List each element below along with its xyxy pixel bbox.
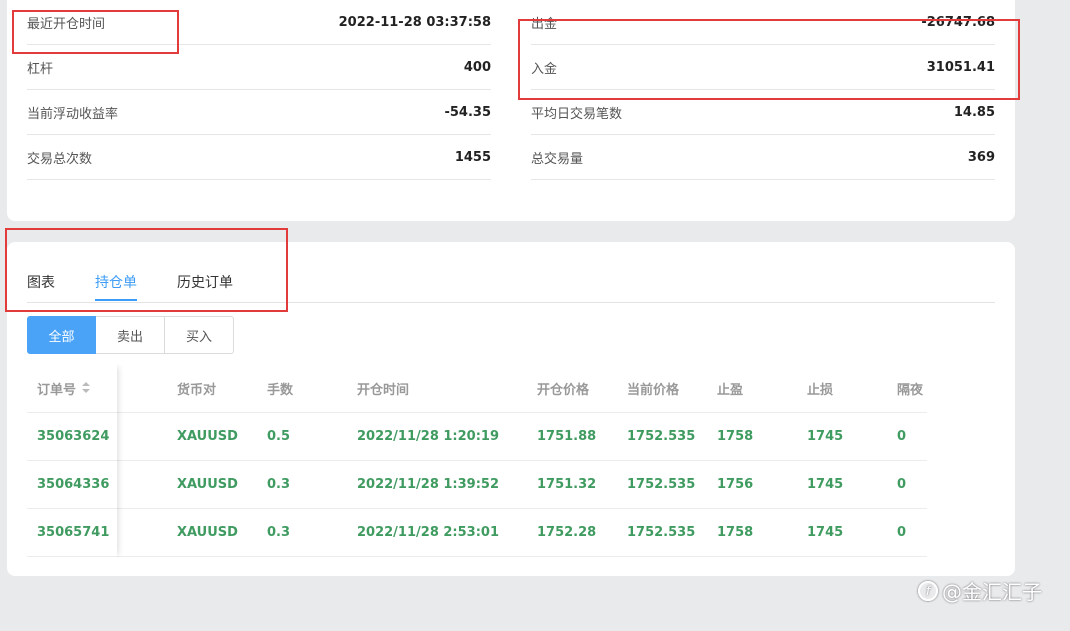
cell-current-price: 1752.535 <box>627 476 696 492</box>
stat-label: 交易总次数 <box>27 151 93 167</box>
cell-open-price: 1752.28 <box>537 524 597 540</box>
filter-sell-button[interactable]: 卖出 <box>96 316 165 354</box>
fixed-header-cell[interactable]: 订单号 <box>27 364 117 413</box>
header-take-profit: 止盈 <box>717 382 744 398</box>
cell-open-time: 2022/11/28 2:53:01 <box>357 524 500 540</box>
header-open-time: 开仓时间 <box>357 382 410 398</box>
cell-lots: 0.3 <box>267 524 291 540</box>
cell-current-price: 1752.535 <box>627 428 696 444</box>
direction-filter: 全部 卖出 买入 <box>27 316 234 354</box>
header-stop-loss: 止损 <box>807 382 834 398</box>
stat-row-total-volume: 总交易量 369 <box>531 135 995 180</box>
cell-stop-loss: 1745 <box>807 428 844 444</box>
table-row[interactable]: XAUUSD 0.5 2022/11/28 1:20:19 1751.88 17… <box>27 412 927 461</box>
header-pair: 货币对 <box>177 382 217 398</box>
cell-open-price: 1751.32 <box>537 476 597 492</box>
table-row[interactable]: XAUUSD 0.3 2022/11/28 1:39:52 1751.32 17… <box>27 460 927 509</box>
table-row[interactable]: XAUUSD 0.3 2022/11/28 2:53:01 1752.28 17… <box>27 508 927 557</box>
header-order-no-label: 订单号 <box>37 382 77 398</box>
stat-label: 当前浮动收益率 <box>27 106 119 122</box>
stat-value: 400 <box>463 59 491 75</box>
cell-lots: 0.3 <box>267 476 291 492</box>
cell-overnight: 0 <box>897 476 907 492</box>
cell-open-price: 1751.88 <box>537 428 597 444</box>
annotation-box-last-open-time <box>12 10 179 54</box>
cell-open-time: 2022/11/28 1:39:52 <box>357 476 500 492</box>
fixed-order-column: 订单号 35063624 35064336 35065741 <box>27 364 117 558</box>
cell-take-profit: 1756 <box>717 476 754 492</box>
annotation-box-deposit-withdrawal <box>518 19 1020 100</box>
cell-pair: XAUUSD <box>177 476 238 492</box>
cell-stop-loss: 1745 <box>807 524 844 540</box>
cell-order-no: 35064336 <box>37 476 110 492</box>
sort-icon[interactable] <box>82 382 91 394</box>
cell-order-no: 35065741 <box>37 524 110 540</box>
fixed-cell: 35064336 <box>27 460 117 509</box>
stat-label: 总交易量 <box>531 151 584 167</box>
stat-value: -54.35 <box>444 104 491 120</box>
positions-table: 货币对 手数 开仓时间 开仓价格 当前价格 止盈 止损 隔夜 XAUUSD 0.… <box>27 364 927 558</box>
header-overnight: 隔夜 <box>897 382 924 398</box>
cell-overnight: 0 <box>897 524 907 540</box>
stat-value: 14.85 <box>953 104 995 120</box>
cell-lots: 0.5 <box>267 428 291 444</box>
cell-pair: XAUUSD <box>177 428 238 444</box>
filter-all-button[interactable]: 全部 <box>27 316 96 354</box>
watermark-logo-icon: f <box>918 580 938 601</box>
cell-order-no: 35063624 <box>37 428 110 444</box>
header-lots: 手数 <box>267 382 294 398</box>
cell-stop-loss: 1745 <box>807 476 844 492</box>
stat-row-floating-return: 当前浮动收益率 -54.35 <box>27 90 491 135</box>
fixed-cell: 35065741 <box>27 508 117 557</box>
filter-buy-button[interactable]: 买入 <box>165 316 234 354</box>
stat-value: 2022-11-28 03:37:58 <box>338 14 491 30</box>
stat-value: 369 <box>967 149 995 165</box>
cell-take-profit: 1758 <box>717 428 754 444</box>
annotation-box-tabs <box>5 228 288 312</box>
stat-label: 平均日交易笔数 <box>531 106 623 122</box>
fixed-cell: 35063624 <box>27 412 117 461</box>
cell-overnight: 0 <box>897 428 907 444</box>
table-header-row: 货币对 手数 开仓时间 开仓价格 当前价格 止盈 止损 隔夜 <box>27 364 927 413</box>
stat-row-total-trades: 交易总次数 1455 <box>27 135 491 180</box>
watermark-text: @金汇汇子 <box>942 580 1042 604</box>
cell-current-price: 1752.535 <box>627 524 696 540</box>
stat-value: 1455 <box>454 149 491 165</box>
cell-take-profit: 1758 <box>717 524 754 540</box>
header-order-no[interactable]: 订单号 <box>37 364 91 412</box>
cell-open-time: 2022/11/28 1:20:19 <box>357 428 500 444</box>
cell-pair: XAUUSD <box>177 524 238 540</box>
header-open-price: 开仓价格 <box>537 382 590 398</box>
watermark: f @金汇汇子 <box>918 576 1042 605</box>
stat-label: 杠杆 <box>27 61 54 77</box>
header-current-price: 当前价格 <box>627 382 680 398</box>
